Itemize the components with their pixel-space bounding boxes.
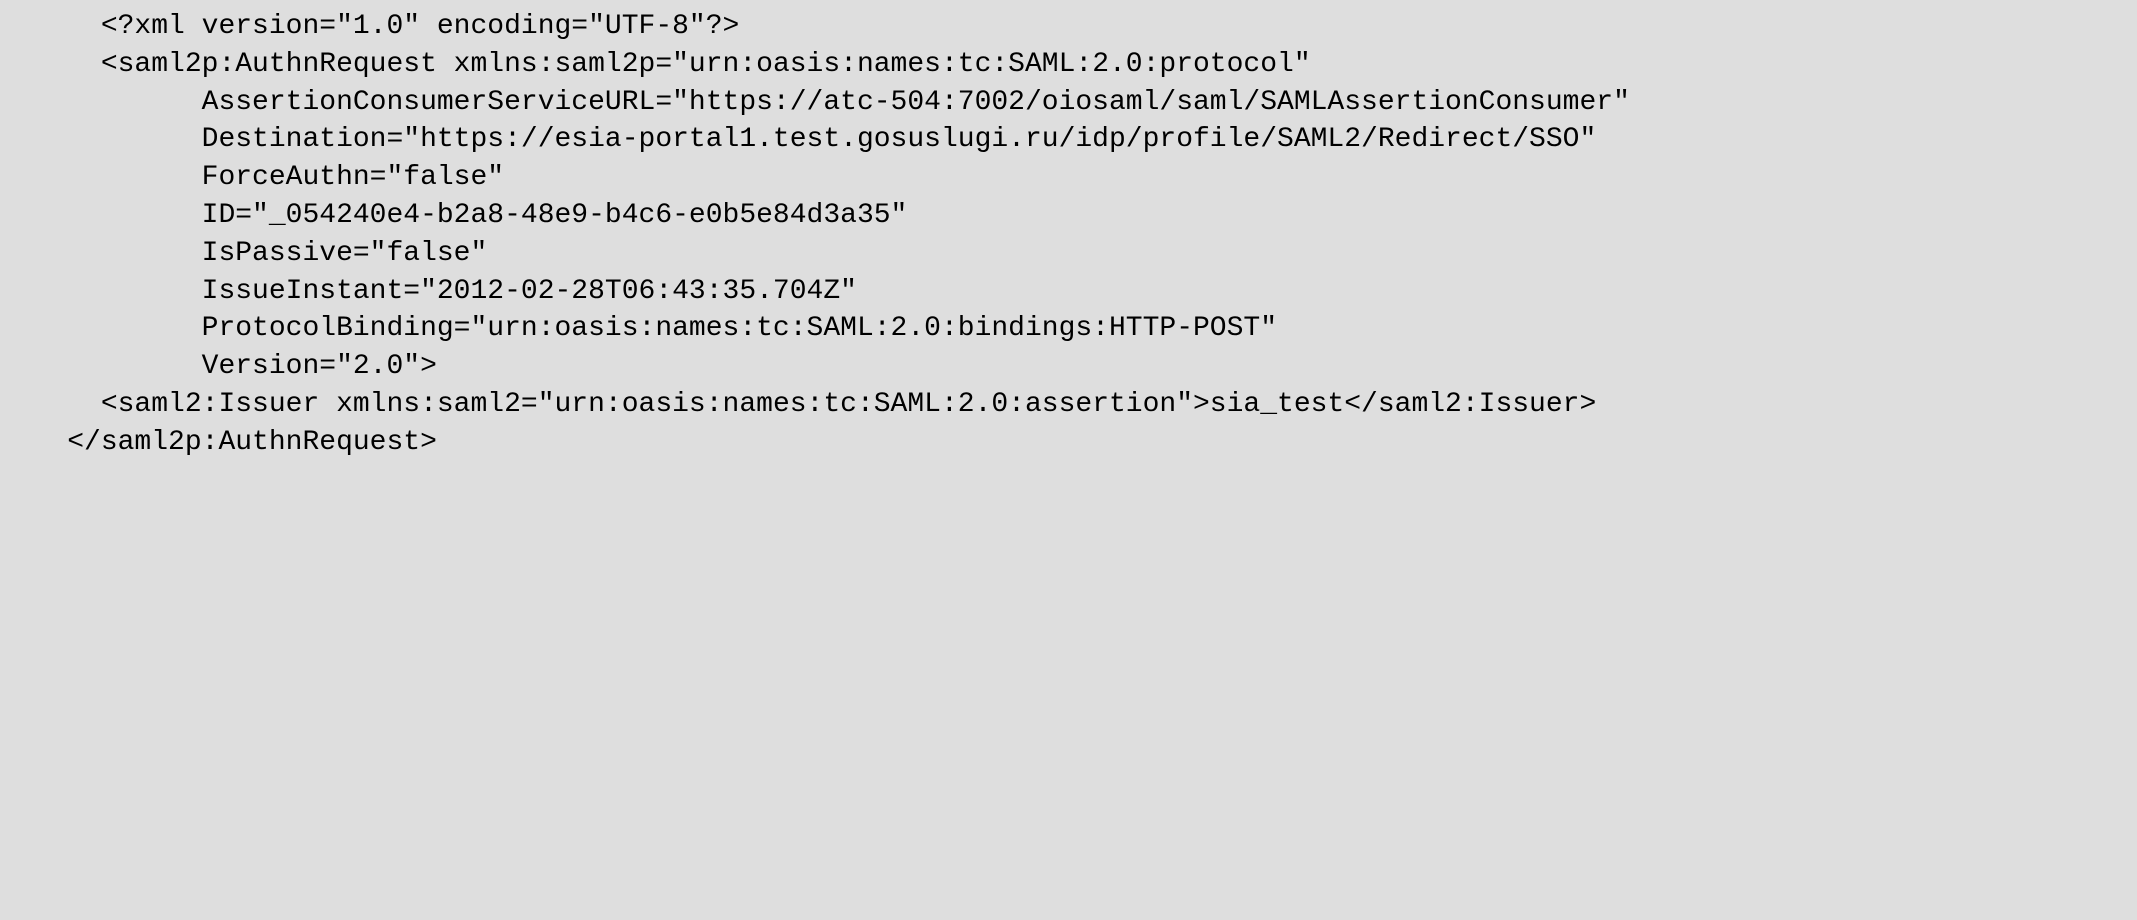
code-line-7: IsPassive="false" [0,238,487,269]
xml-code-block: <?xml version="1.0" encoding="UTF-8"?> <… [0,8,2137,462]
code-line-1: <?xml version="1.0" encoding="UTF-8"?> [0,11,739,42]
code-line-6: ID="_054240e4-b2a8-48e9-b4c6-e0b5e84d3a3… [0,200,907,231]
code-line-3: AssertionConsumerServiceURL="https://atc… [0,87,1630,118]
code-line-4: Destination="https://esia-portal1.test.g… [0,124,1596,155]
code-line-8: IssueInstant="2012-02-28T06:43:35.704Z" [0,276,857,307]
code-line-10: Version="2.0"> [0,351,437,382]
code-line-9: ProtocolBinding="urn:oasis:names:tc:SAML… [0,313,1277,344]
code-line-2: <saml2p:AuthnRequest xmlns:saml2p="urn:o… [0,49,1311,80]
code-line-11: <saml2:Issuer xmlns:saml2="urn:oasis:nam… [0,389,1596,420]
code-line-5: ForceAuthn="false" [0,162,504,193]
code-line-12: </saml2p:AuthnRequest> [0,427,437,458]
